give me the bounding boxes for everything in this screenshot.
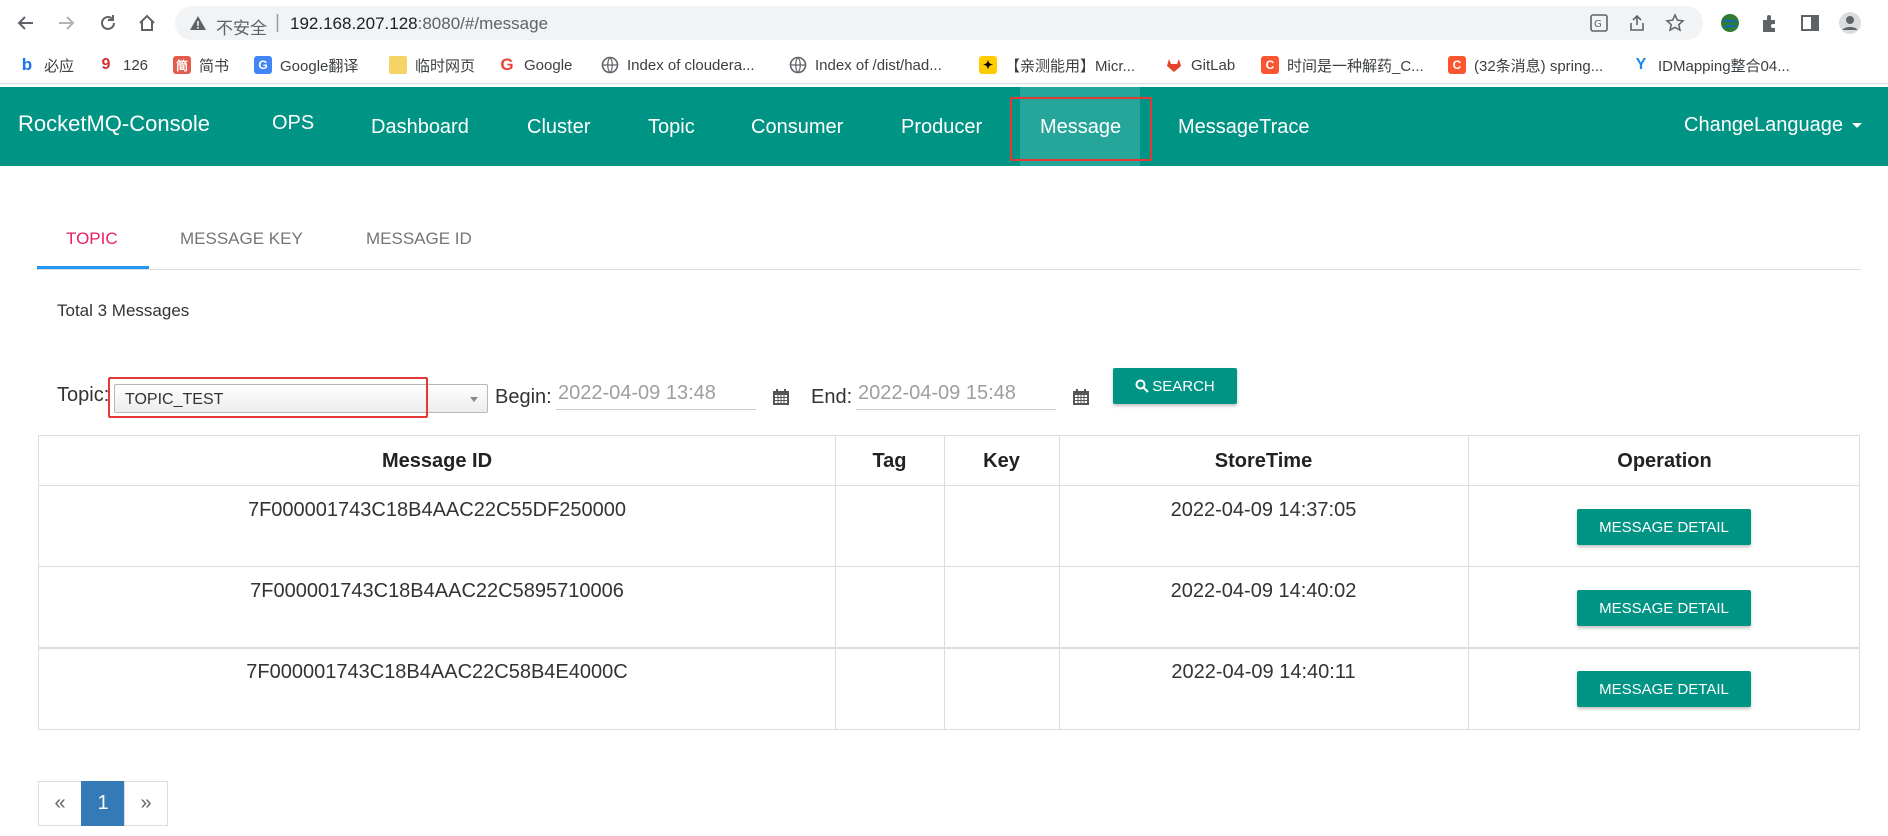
- message-detail-button[interactable]: MESSAGE DETAIL: [1577, 671, 1751, 707]
- header-store-time: StoreTime: [1214, 449, 1313, 472]
- bookmark-csdn-1[interactable]: C 时间是一种解药_C...: [1261, 54, 1424, 76]
- messages-table: Message ID Tag Key StoreTime Operation 7…: [38, 435, 1860, 730]
- url-text[interactable]: 192.168.207.128:8080/#/message: [290, 14, 548, 34]
- translate-icon[interactable]: G: [1589, 13, 1609, 33]
- bookmark-google[interactable]: G Google: [498, 54, 572, 76]
- profile-avatar-icon[interactable]: [1838, 11, 1862, 35]
- globe-icon: [789, 56, 807, 74]
- bookmark-jianshu[interactable]: 简 简书: [173, 54, 229, 76]
- netease-icon: 9: [101, 56, 111, 73]
- end-date-input[interactable]: [856, 378, 1056, 410]
- message-detail-button[interactable]: MESSAGE DETAIL: [1577, 590, 1751, 626]
- nav-cluster[interactable]: Cluster: [527, 116, 590, 139]
- bookmark-temp-pages[interactable]: 临时网页: [389, 54, 475, 76]
- nav-dashboard[interactable]: Dashboard: [371, 116, 469, 139]
- bing-icon: b: [21, 55, 33, 74]
- change-language-label: ChangeLanguage: [1684, 114, 1844, 136]
- search-button-label: SEARCH: [1152, 377, 1215, 395]
- bookmark-index-cloudera[interactable]: Index of cloudera...: [601, 54, 755, 76]
- end-label: End:: [811, 386, 853, 408]
- cell-store-time: 2022-04-09 14:40:11: [1171, 661, 1356, 683]
- bookmark-yellow-icon: ✦: [979, 56, 997, 74]
- side-panel-icon[interactable]: [1798, 11, 1822, 35]
- reload-icon[interactable]: [96, 11, 120, 35]
- cell-message-id: 7F000001743C18B4AAC22C58B4E4000C: [246, 661, 628, 683]
- pagination-page-1[interactable]: 1: [81, 781, 125, 826]
- svg-text:G: G: [1594, 19, 1602, 30]
- tab-message-id[interactable]: MESSAGE ID: [366, 229, 472, 249]
- url-path: :8080/#/message: [417, 14, 549, 33]
- y-icon: Y: [1635, 56, 1647, 73]
- bookmark-126[interactable]: 9 126: [97, 54, 148, 76]
- select-caret-icon: [470, 397, 478, 402]
- header-message-id: Message ID: [381, 449, 493, 472]
- nav-producer[interactable]: Producer: [901, 116, 982, 139]
- bookmark-gitlab[interactable]: GitLab: [1165, 54, 1235, 76]
- app-navbar: RocketMQ-Console OPS Dashboard Cluster T…: [0, 87, 1888, 166]
- cell-message-id: 7F000001743C18B4AAC22C5895710006: [250, 580, 624, 602]
- address-bar[interactable]: 不安全 | 192.168.207.128:8080/#/message G: [175, 6, 1703, 40]
- bookmark-idmapping[interactable]: Y IDMapping整合04...: [1632, 54, 1790, 76]
- share-icon[interactable]: [1627, 13, 1647, 33]
- jianshu-icon: 简: [173, 56, 191, 74]
- bookmark-google-translate[interactable]: G Google翻译: [254, 54, 358, 76]
- bookmark-csdn-2[interactable]: C (32条消息) spring...: [1448, 54, 1603, 76]
- row-divider: [39, 647, 1859, 649]
- brand-logo-text[interactable]: RocketMQ-Console: [18, 111, 210, 137]
- search-icon: [1135, 379, 1150, 393]
- header-operation: Operation: [1617, 449, 1712, 472]
- insecure-label: 不安全: [216, 19, 267, 38]
- tab-topic[interactable]: TOPIC: [66, 229, 118, 249]
- highlight-box-message-nav: [1010, 97, 1152, 161]
- row-divider: [39, 566, 1859, 567]
- star-icon[interactable]: [1665, 13, 1685, 33]
- change-language-dropdown[interactable]: ChangeLanguage: [1684, 114, 1863, 137]
- url-host: 192.168.207.128: [290, 14, 418, 33]
- gitlab-icon: [1165, 56, 1183, 74]
- pagination-prev[interactable]: «: [38, 781, 82, 826]
- extension-globe-icon[interactable]: [1718, 11, 1742, 35]
- calendar-icon[interactable]: [1072, 388, 1090, 406]
- home-icon[interactable]: [135, 11, 159, 35]
- forward-icon[interactable]: [54, 11, 78, 35]
- nav-message-trace[interactable]: MessageTrace: [1178, 116, 1310, 139]
- pagination-next[interactable]: »: [124, 781, 168, 826]
- topic-label: Topic:: [57, 384, 110, 406]
- begin-date-input[interactable]: [556, 378, 756, 410]
- csdn-icon: C: [1261, 56, 1279, 74]
- bookmarks-bar: b 必应 9 126 简 简书 G Google翻译 临时网页 G Google…: [0, 46, 1888, 84]
- header-tag: Tag: [872, 449, 907, 472]
- header-key: Key: [983, 449, 1020, 472]
- tab-message-key[interactable]: MESSAGE KEY: [180, 229, 303, 249]
- message-detail-button[interactable]: MESSAGE DETAIL: [1577, 509, 1751, 545]
- warning-icon[interactable]: [189, 14, 207, 32]
- total-messages-label: Total 3 Messages: [57, 301, 190, 320]
- begin-label: Begin:: [495, 386, 552, 408]
- tabs-divider: [37, 269, 1861, 270]
- cell-store-time: 2022-04-09 14:37:05: [1170, 499, 1357, 521]
- pagination: « 1 »: [38, 781, 168, 826]
- calendar-icon[interactable]: [772, 388, 790, 406]
- highlight-box-topic-select: [108, 377, 428, 418]
- browser-toolbar: 不安全 | 192.168.207.128:8080/#/message G: [0, 0, 1888, 46]
- nav-consumer[interactable]: Consumer: [751, 116, 843, 139]
- google-icon: G: [500, 55, 514, 74]
- bookmark-index-dist[interactable]: Index of /dist/had...: [789, 54, 942, 76]
- extensions-puzzle-icon[interactable]: [1758, 11, 1782, 35]
- address-separator: |: [275, 12, 280, 33]
- cell-store-time: 2022-04-09 14:40:02: [1170, 580, 1357, 602]
- folder-icon: [389, 56, 407, 74]
- caret-down-icon: [1852, 123, 1863, 129]
- nav-ops[interactable]: OPS: [272, 112, 314, 135]
- nav-topic[interactable]: Topic: [648, 116, 695, 139]
- cell-message-id: 7F000001743C18B4AAC22C55DF250000: [247, 499, 627, 521]
- csdn-icon: C: [1448, 56, 1466, 74]
- bookmark-micr[interactable]: ✦ 【亲测能用】Micr...: [979, 54, 1135, 76]
- globe-icon: [601, 56, 619, 74]
- bookmark-bing[interactable]: b 必应: [18, 54, 74, 76]
- google-translate-icon: G: [254, 56, 272, 74]
- back-icon[interactable]: [14, 11, 38, 35]
- search-button[interactable]: SEARCH: [1113, 368, 1237, 404]
